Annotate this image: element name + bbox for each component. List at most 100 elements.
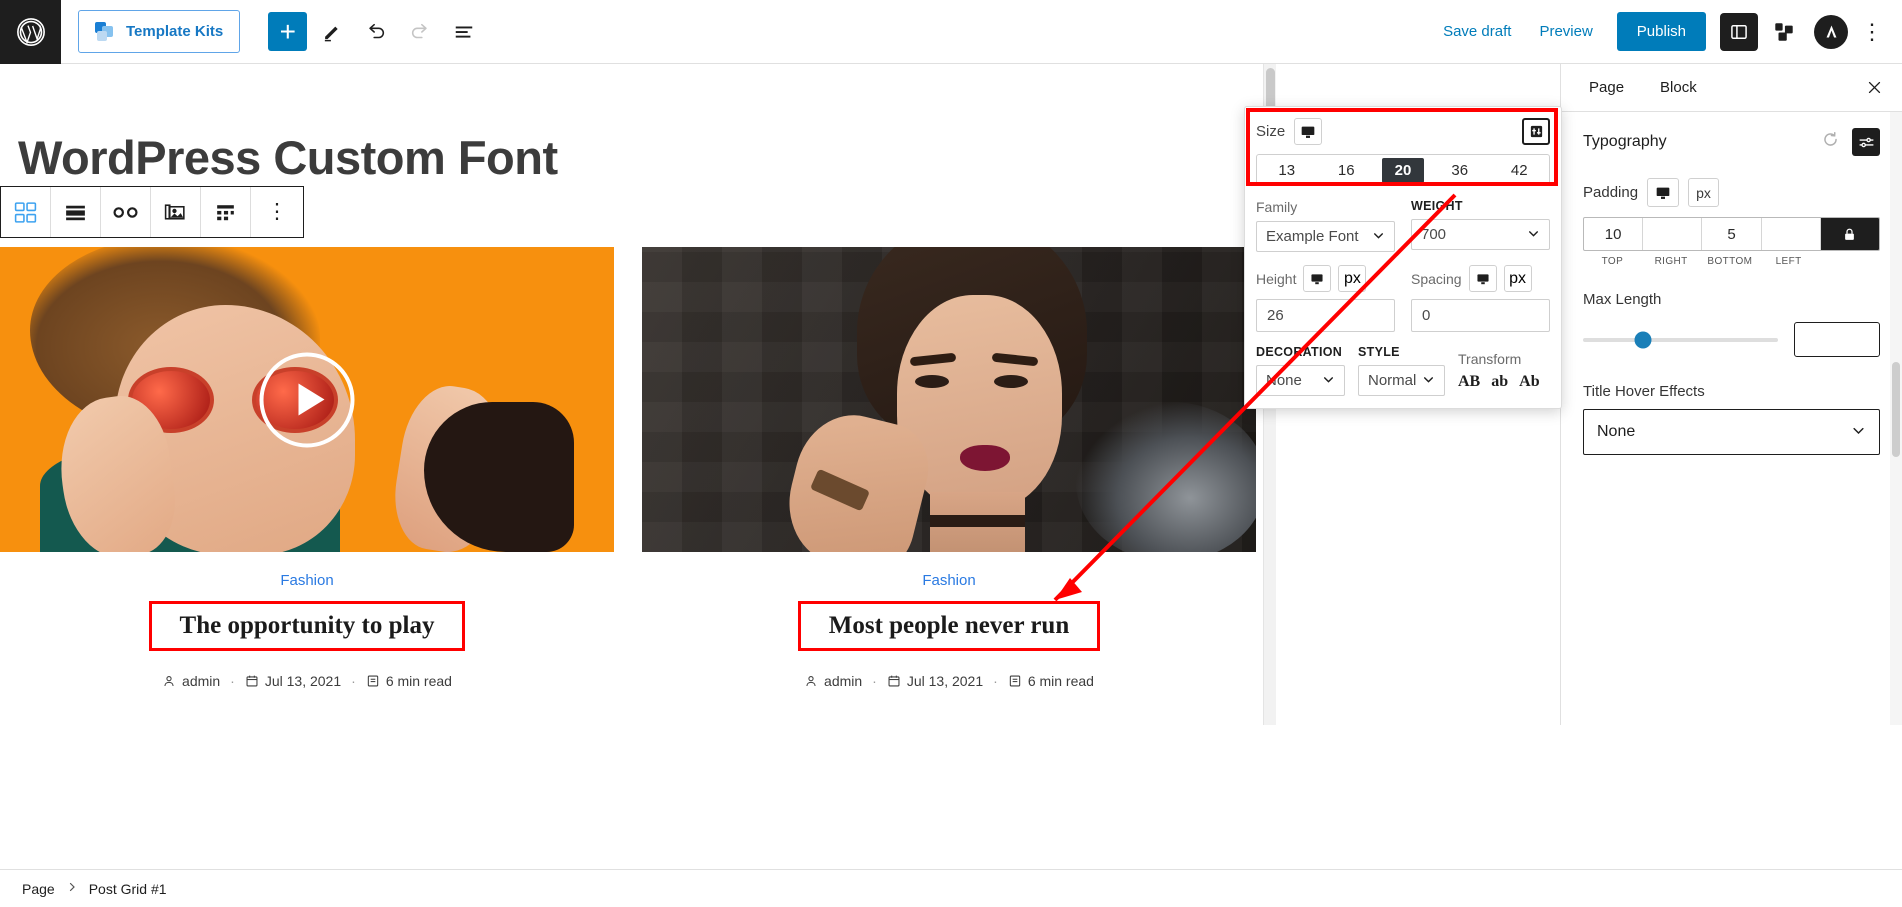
size-label: Size	[1256, 123, 1286, 140]
padding-lock-icon[interactable]	[1820, 218, 1879, 250]
preview-button[interactable]: Preview	[1525, 12, 1606, 52]
max-length-input[interactable]	[1794, 322, 1880, 357]
padding-label-top: TOP	[1601, 256, 1624, 267]
grid-settings-icon[interactable]	[201, 187, 251, 237]
size-step-20-selected[interactable]: 20	[1382, 157, 1424, 183]
chevron-down-icon	[1527, 227, 1540, 243]
desktop-icon[interactable]	[1468, 265, 1497, 292]
add-block-label: +	[279, 15, 296, 47]
spacing-label: Spacing	[1411, 270, 1462, 287]
page-title[interactable]: WordPress Custom Font	[0, 64, 1276, 185]
weight-select[interactable]: 700	[1411, 219, 1550, 250]
post-card[interactable]: Fashion The opportunity to play admin ·	[0, 247, 614, 725]
transform-uppercase-button[interactable]: AB	[1458, 373, 1480, 391]
transform-options: AB ab Ab	[1458, 373, 1540, 396]
redo-icon[interactable]	[401, 13, 439, 51]
close-icon[interactable]	[1856, 70, 1892, 106]
publish-button[interactable]: Publish	[1616, 12, 1706, 51]
astra-logo-icon[interactable]	[1814, 14, 1848, 49]
padding-left-input[interactable]	[1762, 218, 1821, 250]
template-kits-label: Template Kits	[126, 23, 224, 40]
sidebar-tabs: Page Block	[1561, 64, 1902, 112]
style-select[interactable]: Normal	[1358, 365, 1445, 396]
post-meta: admin · Jul 13, 2021 · 6 min read	[642, 673, 1256, 689]
tab-block[interactable]: Block	[1642, 64, 1715, 111]
post-grid-icon[interactable]	[1, 187, 51, 237]
sidebar-scrollbar[interactable]	[1890, 112, 1902, 725]
post-category[interactable]: Fashion	[642, 572, 1256, 589]
padding-side-labels: TOP RIGHT BOTTOM LEFT	[1583, 256, 1880, 267]
template-kits-blocks-icon[interactable]	[1764, 13, 1804, 51]
typography-settings-icon[interactable]	[1852, 128, 1880, 156]
padding-inputs: 10 5	[1583, 217, 1880, 251]
post-card-title[interactable]: Most people never run	[829, 612, 1070, 640]
meta-separator: ·	[872, 673, 877, 689]
padding-bottom-input[interactable]: 5	[1702, 218, 1762, 250]
size-step-13[interactable]: 13	[1257, 162, 1317, 179]
more-options-icon[interactable]: ⋮	[1854, 13, 1890, 51]
padding-top-input[interactable]: 10	[1584, 218, 1644, 250]
decoration-style-transform-row: DECORATION None STYLE Normal Transform A…	[1245, 332, 1561, 396]
desktop-icon[interactable]	[1647, 178, 1680, 207]
sidebar-body: Typography Padding px 10 5 TOP RIGHT BOT…	[1561, 112, 1902, 724]
height-unit-px[interactable]: px	[1338, 265, 1367, 292]
max-length-slider-thumb[interactable]	[1634, 331, 1652, 348]
size-steps: 13 16 20 36 42	[1256, 154, 1550, 186]
post-card-title[interactable]: The opportunity to play	[180, 612, 435, 640]
more-options-icon[interactable]: ⋮	[251, 187, 303, 237]
template-kits-button[interactable]: Template Kits	[78, 10, 241, 53]
max-length-slider[interactable]	[1583, 331, 1778, 348]
family-select[interactable]: Example Font	[1256, 221, 1395, 252]
padding-unit-px[interactable]: px	[1688, 178, 1719, 207]
reset-icon[interactable]	[1821, 130, 1840, 155]
wordpress-logo-icon[interactable]	[0, 0, 61, 64]
post-thumbnail[interactable]	[0, 247, 614, 552]
transform-capitalize-button[interactable]: Ab	[1519, 373, 1539, 391]
calendar-icon	[888, 675, 900, 687]
post-title-highlight: Most people never run	[797, 601, 1101, 651]
height-label: Height	[1256, 270, 1297, 287]
user-icon	[164, 676, 174, 687]
post-read-time-label: 6 min read	[385, 673, 452, 689]
desktop-icon[interactable]	[1303, 265, 1332, 292]
weight-value: 700	[1421, 226, 1447, 243]
tab-page[interactable]: Page	[1571, 64, 1642, 111]
breadcrumb-item-page[interactable]: Page	[22, 881, 55, 897]
sliders-icon[interactable]	[1522, 118, 1550, 145]
post-card[interactable]: Fashion Most people never run admin · Ju…	[642, 247, 1256, 725]
play-button-icon[interactable]	[259, 352, 355, 447]
post-category[interactable]: Fashion	[0, 572, 614, 589]
size-step-36[interactable]: 36	[1430, 162, 1490, 179]
gallery-icon[interactable]	[151, 187, 201, 237]
title-hover-effects-select[interactable]: None	[1583, 409, 1880, 455]
height-input[interactable]: 26	[1256, 299, 1395, 332]
spacing-unit-px[interactable]: px	[1503, 265, 1532, 292]
padding-label-spacer	[1818, 256, 1880, 267]
clock-icon	[367, 675, 379, 687]
spacing-input[interactable]: 0	[1411, 299, 1550, 332]
add-block-button[interactable]: +	[268, 12, 308, 51]
family-weight-row: Family Example Font WEIGHT 700	[1245, 186, 1561, 252]
family-label: Family	[1256, 199, 1298, 215]
link-icon[interactable]	[101, 187, 151, 237]
save-draft-button[interactable]: Save draft	[1429, 12, 1525, 52]
settings-sidebar: Page Block Typography Padding px 10 5 TO…	[1560, 64, 1902, 725]
calendar-icon	[246, 675, 258, 687]
size-step-16[interactable]: 16	[1317, 162, 1377, 179]
post-card-body: Fashion Most people never run admin · Ju…	[642, 552, 1256, 725]
edit-pencil-icon[interactable]	[313, 13, 351, 51]
undo-icon[interactable]	[357, 13, 395, 51]
sidebar-scrollbar-thumb[interactable]	[1892, 362, 1900, 457]
list-view-icon[interactable]	[445, 13, 483, 51]
decoration-select[interactable]: None	[1256, 365, 1345, 396]
layout-icon[interactable]	[51, 187, 101, 237]
desktop-icon[interactable]	[1294, 118, 1323, 145]
settings-panel-icon[interactable]	[1720, 12, 1758, 51]
title-hover-effects-label: Title Hover Effects	[1583, 383, 1705, 400]
transform-label: Transform	[1458, 351, 1522, 367]
transform-lowercase-button[interactable]: ab	[1491, 373, 1508, 391]
padding-right-input[interactable]	[1643, 218, 1703, 250]
size-step-42[interactable]: 42	[1490, 162, 1550, 179]
breadcrumb-item-post-grid[interactable]: Post Grid #1	[89, 881, 167, 897]
post-thumbnail[interactable]	[642, 247, 1256, 552]
